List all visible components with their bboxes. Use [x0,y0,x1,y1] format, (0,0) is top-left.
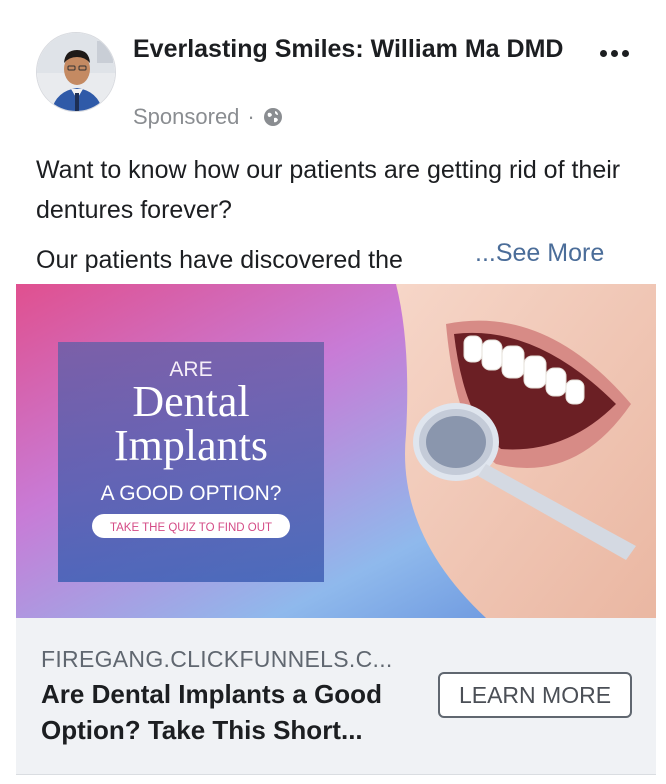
dot [621,49,629,57]
ad-text-good-option: A GOOD OPTION? [101,482,282,505]
page-avatar[interactable] [36,32,116,112]
avatar-photo [37,33,115,111]
page-name[interactable]: Everlasting Smiles: William Ma DMD [133,32,573,66]
dot [599,49,607,57]
learn-more-button[interactable]: LEARN MORE [438,672,632,718]
link-preview-panel[interactable]: FIREGANG.CLICKFUNNELS.C... Are Dental Im… [16,618,656,775]
see-more-link[interactable]: ...See More [475,236,604,270]
sponsored-label[interactable]: Sponsored [133,104,239,130]
link-headline[interactable]: Are Dental Implants a Good Option? Take … [41,676,421,748]
post-body-truncated-wrap: Our patients have discovered the [36,240,476,272]
globe-icon [263,108,282,126]
more-options-icon[interactable] [594,38,634,68]
sponsored-row: Sponsored · [133,102,283,132]
ad-text-implants: Implants [114,421,268,470]
dot [610,49,618,57]
post-body-text: Want to know how our patients are gettin… [36,156,621,224]
ad-image[interactable]: ARE Dental Implants A GOOD OPTION? TAKE … [16,284,656,618]
ad-text-dental: Dental [132,377,249,426]
separator: · [247,104,255,129]
ad-image-graphic: ARE Dental Implants A GOOD OPTION? TAKE … [16,284,656,618]
ad-quiz-pill: TAKE THE QUIZ TO FIND OUT [110,522,272,534]
post-body-truncated: Our patients have discovered the [36,246,403,272]
link-domain: FIREGANG.CLICKFUNNELS.C... [41,646,393,672]
